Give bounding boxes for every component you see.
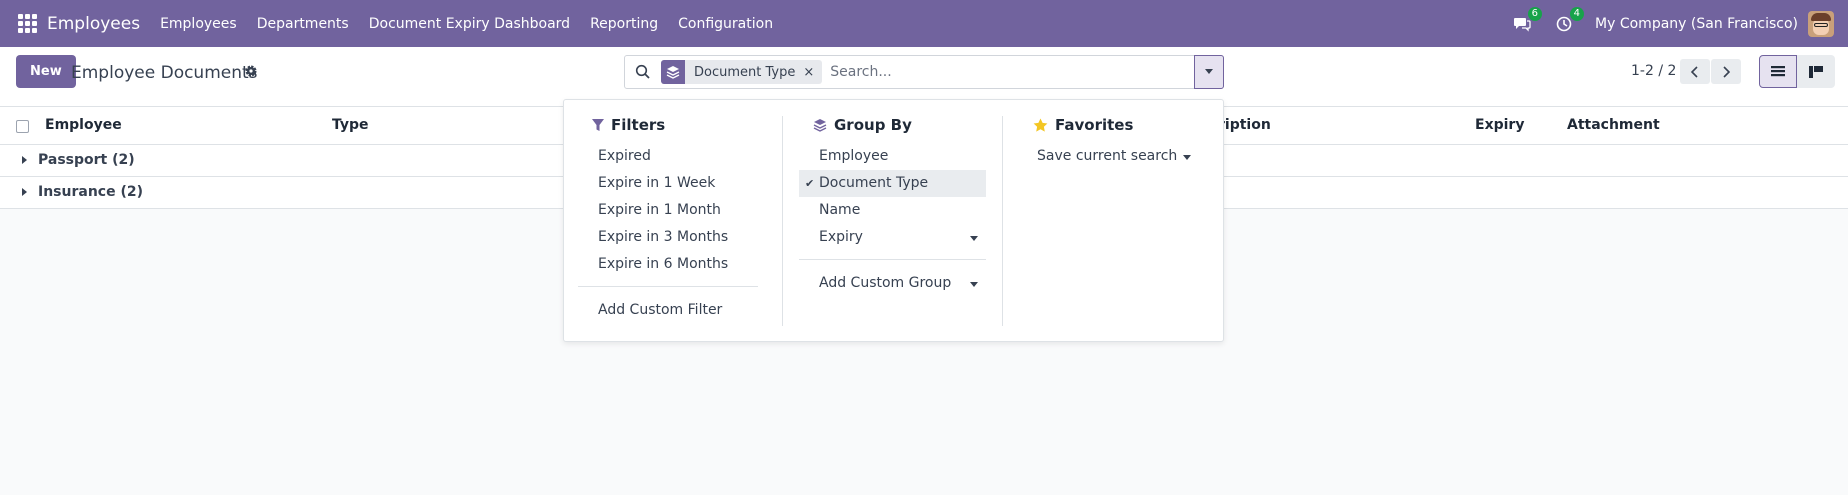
save-current-search-label: Save current search <box>1037 148 1178 164</box>
menu-employees[interactable]: Employees <box>160 16 237 32</box>
chevron-left-icon <box>1691 65 1698 78</box>
caret-right-icon <box>22 188 27 196</box>
app-brand[interactable]: Employees <box>47 14 140 34</box>
checkmark-icon: ✔ <box>805 177 815 190</box>
select-all-checkbox[interactable] <box>16 120 29 133</box>
user-avatar[interactable] <box>1808 10 1834 37</box>
column-expiry[interactable]: Expiry <box>1475 117 1524 133</box>
top-navbar: Employees Employees Departments Document… <box>0 0 1848 47</box>
menu-configuration[interactable]: Configuration <box>678 16 773 32</box>
star-icon <box>1033 118 1048 132</box>
caret-right-icon <box>22 156 27 164</box>
filter-expire-1-month[interactable]: Expire in 1 Month <box>578 197 758 224</box>
group-by-expiry-label: Expiry <box>819 229 863 245</box>
group-by-document-type-label: Document Type <box>819 175 929 191</box>
filter-icon <box>592 118 604 131</box>
new-button[interactable]: New <box>16 55 76 88</box>
divider <box>782 116 783 326</box>
divider <box>578 286 758 287</box>
pager-value[interactable]: 1-2 / 2 <box>1631 63 1676 79</box>
search-input[interactable] <box>830 64 1211 80</box>
filters-title: Filters <box>611 116 666 134</box>
search-options-toggle[interactable] <box>1194 55 1224 89</box>
search-facet: Document Type × <box>661 60 823 84</box>
group-by-name[interactable]: Name <box>799 197 986 224</box>
caret-down-icon <box>1205 69 1213 74</box>
facet-label: Document Type <box>694 64 796 80</box>
filter-expired[interactable]: Expired <box>578 143 758 170</box>
kanban-view-icon <box>1809 65 1823 78</box>
caret-down-icon <box>970 282 978 287</box>
group-by-expiry[interactable]: Expiry <box>799 224 986 251</box>
pager-previous-button[interactable] <box>1680 59 1710 84</box>
add-custom-filter[interactable]: Add Custom Filter <box>578 297 758 324</box>
layers-icon <box>813 119 827 132</box>
caret-down-icon <box>1183 155 1191 160</box>
facet-remove-icon[interactable]: × <box>803 65 822 80</box>
group-by-document-type[interactable]: ✔ Document Type <box>799 170 986 197</box>
caret-down-icon <box>970 236 978 241</box>
control-panel: New Employee Documents Document Type × 1… <box>0 47 1848 107</box>
company-switcher[interactable]: My Company (San Francisco) <box>1595 16 1798 32</box>
column-attachment[interactable]: Attachment <box>1567 117 1660 133</box>
filters-heading: Filters <box>592 116 758 134</box>
pager-next-button[interactable] <box>1711 59 1741 84</box>
divider <box>799 259 986 260</box>
save-current-search[interactable]: Save current search <box>1019 143 1199 170</box>
menu-departments[interactable]: Departments <box>257 16 349 32</box>
favorites-title: Favorites <box>1055 116 1134 134</box>
list-view-button[interactable] <box>1759 55 1797 88</box>
column-description[interactable]: ription <box>1218 117 1271 133</box>
favorites-heading: Favorites <box>1033 116 1199 134</box>
add-custom-group[interactable]: Add Custom Group <box>799 270 986 297</box>
group-label: Passport (2) <box>38 152 135 168</box>
divider <box>1002 116 1003 326</box>
column-employee[interactable]: Employee <box>45 117 122 133</box>
add-custom-group-label: Add Custom Group <box>819 275 952 291</box>
filter-expire-3-months[interactable]: Expire in 3 Months <box>578 224 758 251</box>
activities-badge: 4 <box>1569 6 1585 21</box>
search-icon <box>635 64 650 79</box>
group-by-title: Group By <box>834 116 912 134</box>
chevron-right-icon <box>1723 65 1730 78</box>
group-by-employee[interactable]: Employee <box>799 143 986 170</box>
kanban-view-button[interactable] <box>1797 55 1835 88</box>
group-label: Insurance (2) <box>38 184 143 200</box>
column-type[interactable]: Type <box>332 117 369 133</box>
list-view-icon <box>1771 65 1785 76</box>
messages-icon[interactable]: 6 <box>1511 6 1543 35</box>
group-by-heading: Group By <box>813 116 986 134</box>
filter-expire-6-months[interactable]: Expire in 6 Months <box>578 251 758 278</box>
filters-column: Filters Expired Expire in 1 Week Expire … <box>578 116 758 324</box>
activities-clock-icon[interactable]: 4 <box>1553 6 1585 35</box>
search-options-dropdown: Filters Expired Expire in 1 Week Expire … <box>563 99 1224 342</box>
menu-reporting[interactable]: Reporting <box>590 16 658 32</box>
group-by-column: Group By Employee ✔ Document Type Name E… <box>799 116 986 297</box>
page-title: Employee Documents <box>71 63 258 83</box>
favorites-column: Favorites Save current search <box>1019 116 1199 170</box>
menu-document-expiry-dashboard[interactable]: Document Expiry Dashboard <box>369 16 570 32</box>
app-menu-icon[interactable] <box>16 13 38 35</box>
layers-icon <box>661 60 685 84</box>
filter-expire-1-week[interactable]: Expire in 1 Week <box>578 170 758 197</box>
messages-badge: 6 <box>1527 6 1543 21</box>
search-bar: Document Type × <box>624 55 1224 89</box>
gear-icon[interactable] <box>243 63 259 79</box>
